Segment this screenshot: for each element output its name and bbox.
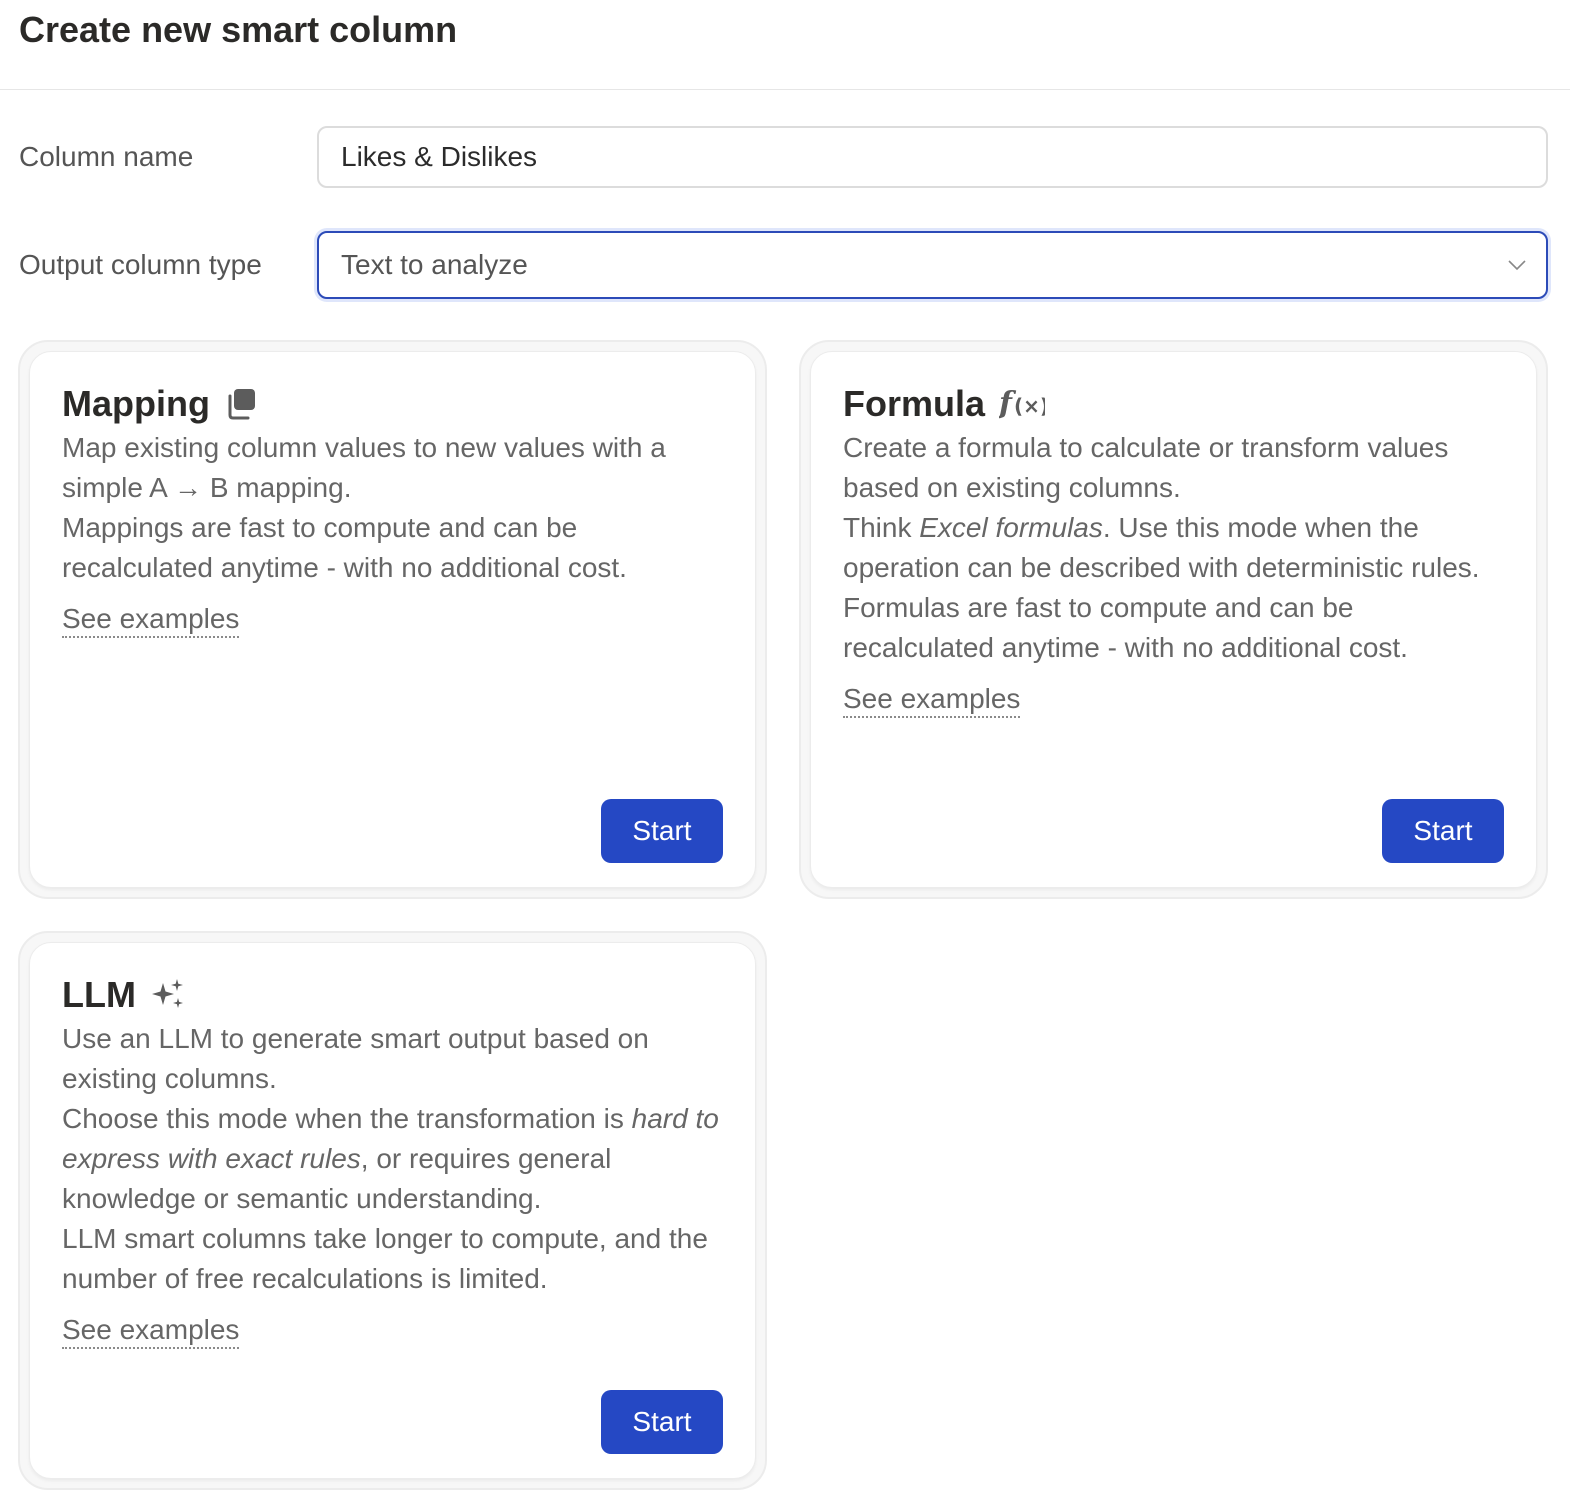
sparkles-icon bbox=[150, 977, 186, 1013]
column-name-row: Column name Likes & Dislikes bbox=[19, 126, 1548, 188]
llm-start-button[interactable]: Start bbox=[601, 1390, 723, 1454]
mapping-description: Map existing column values to new values… bbox=[62, 428, 723, 588]
llm-description: Use an LLM to generate smart output base… bbox=[62, 1019, 723, 1299]
formula-card: Formula f (×) Create a formula to calcul… bbox=[799, 340, 1548, 899]
llm-card: LLM Use an LLM to generate smart output … bbox=[18, 931, 767, 1490]
output-type-label: Output column type bbox=[19, 249, 262, 280]
llm-card-body: LLM Use an LLM to generate smart output … bbox=[29, 942, 756, 1479]
formula-description: Create a formula to calculate or transfo… bbox=[843, 428, 1504, 668]
mapping-card-body: Mapping Map existing column values to ne… bbox=[29, 351, 756, 888]
formula-desc-line: Think Excel formulas. Use this mode when… bbox=[843, 508, 1504, 588]
llm-card-title: LLM bbox=[62, 973, 723, 1017]
dialog-header: Create new smart column bbox=[0, 0, 1570, 90]
mapping-card-title: Mapping bbox=[62, 382, 723, 426]
mapping-see-examples-link[interactable]: See examples bbox=[62, 602, 240, 638]
output-type-row: Output column type Text to analyze bbox=[19, 231, 1548, 299]
function-icon: f (×) bbox=[999, 387, 1045, 421]
llm-desc-text: Choose this mode when the transformation… bbox=[62, 1103, 632, 1134]
column-name-value: Likes & Dislikes bbox=[341, 141, 538, 172]
copy-icon bbox=[224, 387, 258, 421]
column-name-input[interactable]: Likes & Dislikes bbox=[317, 126, 1548, 188]
llm-desc-line: Use an LLM to generate smart output base… bbox=[62, 1023, 649, 1094]
mapping-desc-line: Map existing column values to new values… bbox=[62, 432, 666, 503]
formula-card-body: Formula f (×) Create a formula to calcul… bbox=[810, 351, 1537, 888]
column-name-label: Column name bbox=[19, 141, 194, 172]
chevron-down-icon bbox=[1508, 260, 1526, 271]
formula-title-text: Formula bbox=[843, 383, 986, 424]
formula-start-button[interactable]: Start bbox=[1382, 799, 1504, 863]
mapping-desc-line: Mappings are fast to compute and can be … bbox=[62, 512, 627, 583]
svg-text:(×): (×) bbox=[1014, 394, 1045, 418]
output-type-value: Text to analyze bbox=[341, 249, 528, 280]
mapping-card: Mapping Map existing column values to ne… bbox=[18, 340, 767, 899]
formula-desc-line: Create a formula to calculate or transfo… bbox=[843, 432, 1449, 503]
formula-desc-line: Formulas are fast to compute and can be … bbox=[843, 592, 1408, 663]
output-type-select[interactable]: Text to analyze bbox=[317, 231, 1548, 299]
llm-desc-line: Choose this mode when the transformation… bbox=[62, 1099, 723, 1219]
formula-card-title: Formula f (×) bbox=[843, 382, 1504, 426]
mapping-title-text: Mapping bbox=[62, 383, 210, 424]
formula-desc-emphasis: Excel formulas bbox=[919, 512, 1103, 543]
dialog-title: Create new smart column bbox=[19, 9, 458, 50]
llm-title-text: LLM bbox=[62, 974, 136, 1015]
llm-desc-line: LLM smart columns take longer to compute… bbox=[62, 1223, 708, 1294]
mapping-start-button[interactable]: Start bbox=[601, 799, 723, 863]
llm-see-examples-link[interactable]: See examples bbox=[62, 1313, 240, 1349]
formula-see-examples-link[interactable]: See examples bbox=[843, 682, 1021, 718]
formula-desc-text: Think bbox=[843, 512, 920, 543]
